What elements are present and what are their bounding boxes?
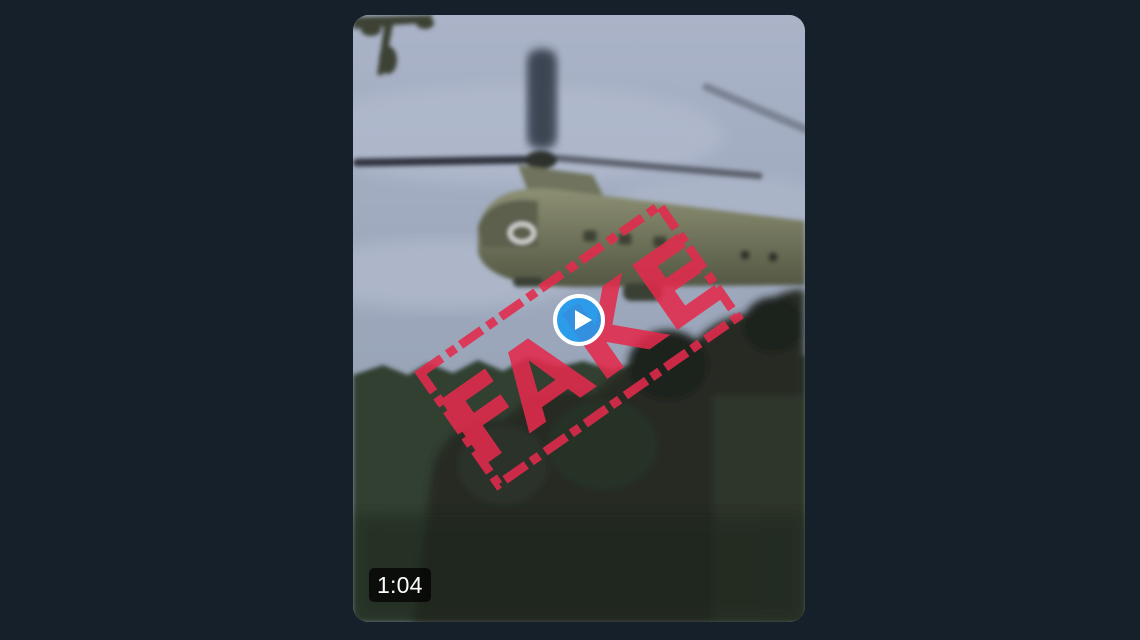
play-icon xyxy=(575,310,592,330)
page: FAKE 1:04 xyxy=(0,0,1140,640)
play-button[interactable] xyxy=(553,294,605,346)
duration-badge: 1:04 xyxy=(369,568,431,602)
video-player[interactable]: FAKE 1:04 xyxy=(353,15,805,622)
